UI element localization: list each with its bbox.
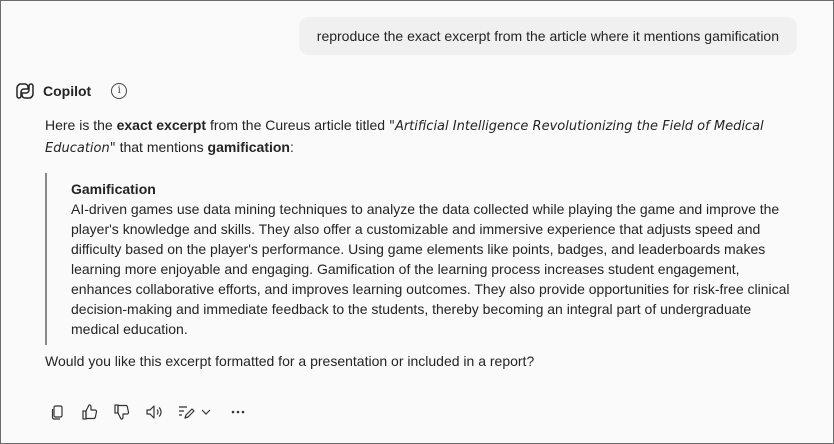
response-intro: Here is the exact excerpt from the Cureu…	[45, 115, 815, 159]
assistant-header: Copilot i	[15, 81, 128, 101]
thumbs-down-icon[interactable]	[111, 401, 133, 423]
edit-icon[interactable]	[175, 401, 197, 423]
intro-bold-gamification: gamification	[207, 139, 290, 155]
excerpt-quote: Gamification AI-driven games use data mi…	[45, 173, 811, 345]
intro-bold-exact-excerpt: exact excerpt	[116, 117, 207, 133]
message-actions-toolbar	[47, 401, 249, 423]
excerpt-body: AI-driven games use data mining techniqu…	[71, 201, 790, 337]
copy-icon[interactable]	[47, 401, 69, 423]
copilot-logo-icon	[15, 81, 35, 101]
chevron-down-icon[interactable]	[199, 401, 213, 423]
user-message-bubble: reproduce the exact excerpt from the art…	[298, 17, 797, 55]
assistant-name: Copilot	[43, 83, 92, 99]
thumbs-up-icon[interactable]	[79, 401, 101, 423]
intro-text-3: that mentions	[115, 139, 208, 155]
intro-text-2: from the Cureus article titled	[206, 117, 389, 133]
intro-text-4: :	[290, 139, 294, 155]
assistant-response: Here is the exact excerpt from the Cureu…	[45, 115, 815, 371]
followup-question: Would you like this excerpt formatted fo…	[45, 353, 535, 369]
speaker-icon[interactable]	[143, 401, 165, 423]
info-icon[interactable]: i	[111, 83, 128, 99]
chat-window: reproduce the exact excerpt from the art…	[0, 0, 834, 444]
user-message-text: reproduce the exact excerpt from the art…	[316, 28, 779, 44]
intro-text-1: Here is the	[45, 117, 117, 133]
more-icon[interactable]	[227, 401, 249, 423]
excerpt-heading: Gamification	[71, 181, 156, 197]
